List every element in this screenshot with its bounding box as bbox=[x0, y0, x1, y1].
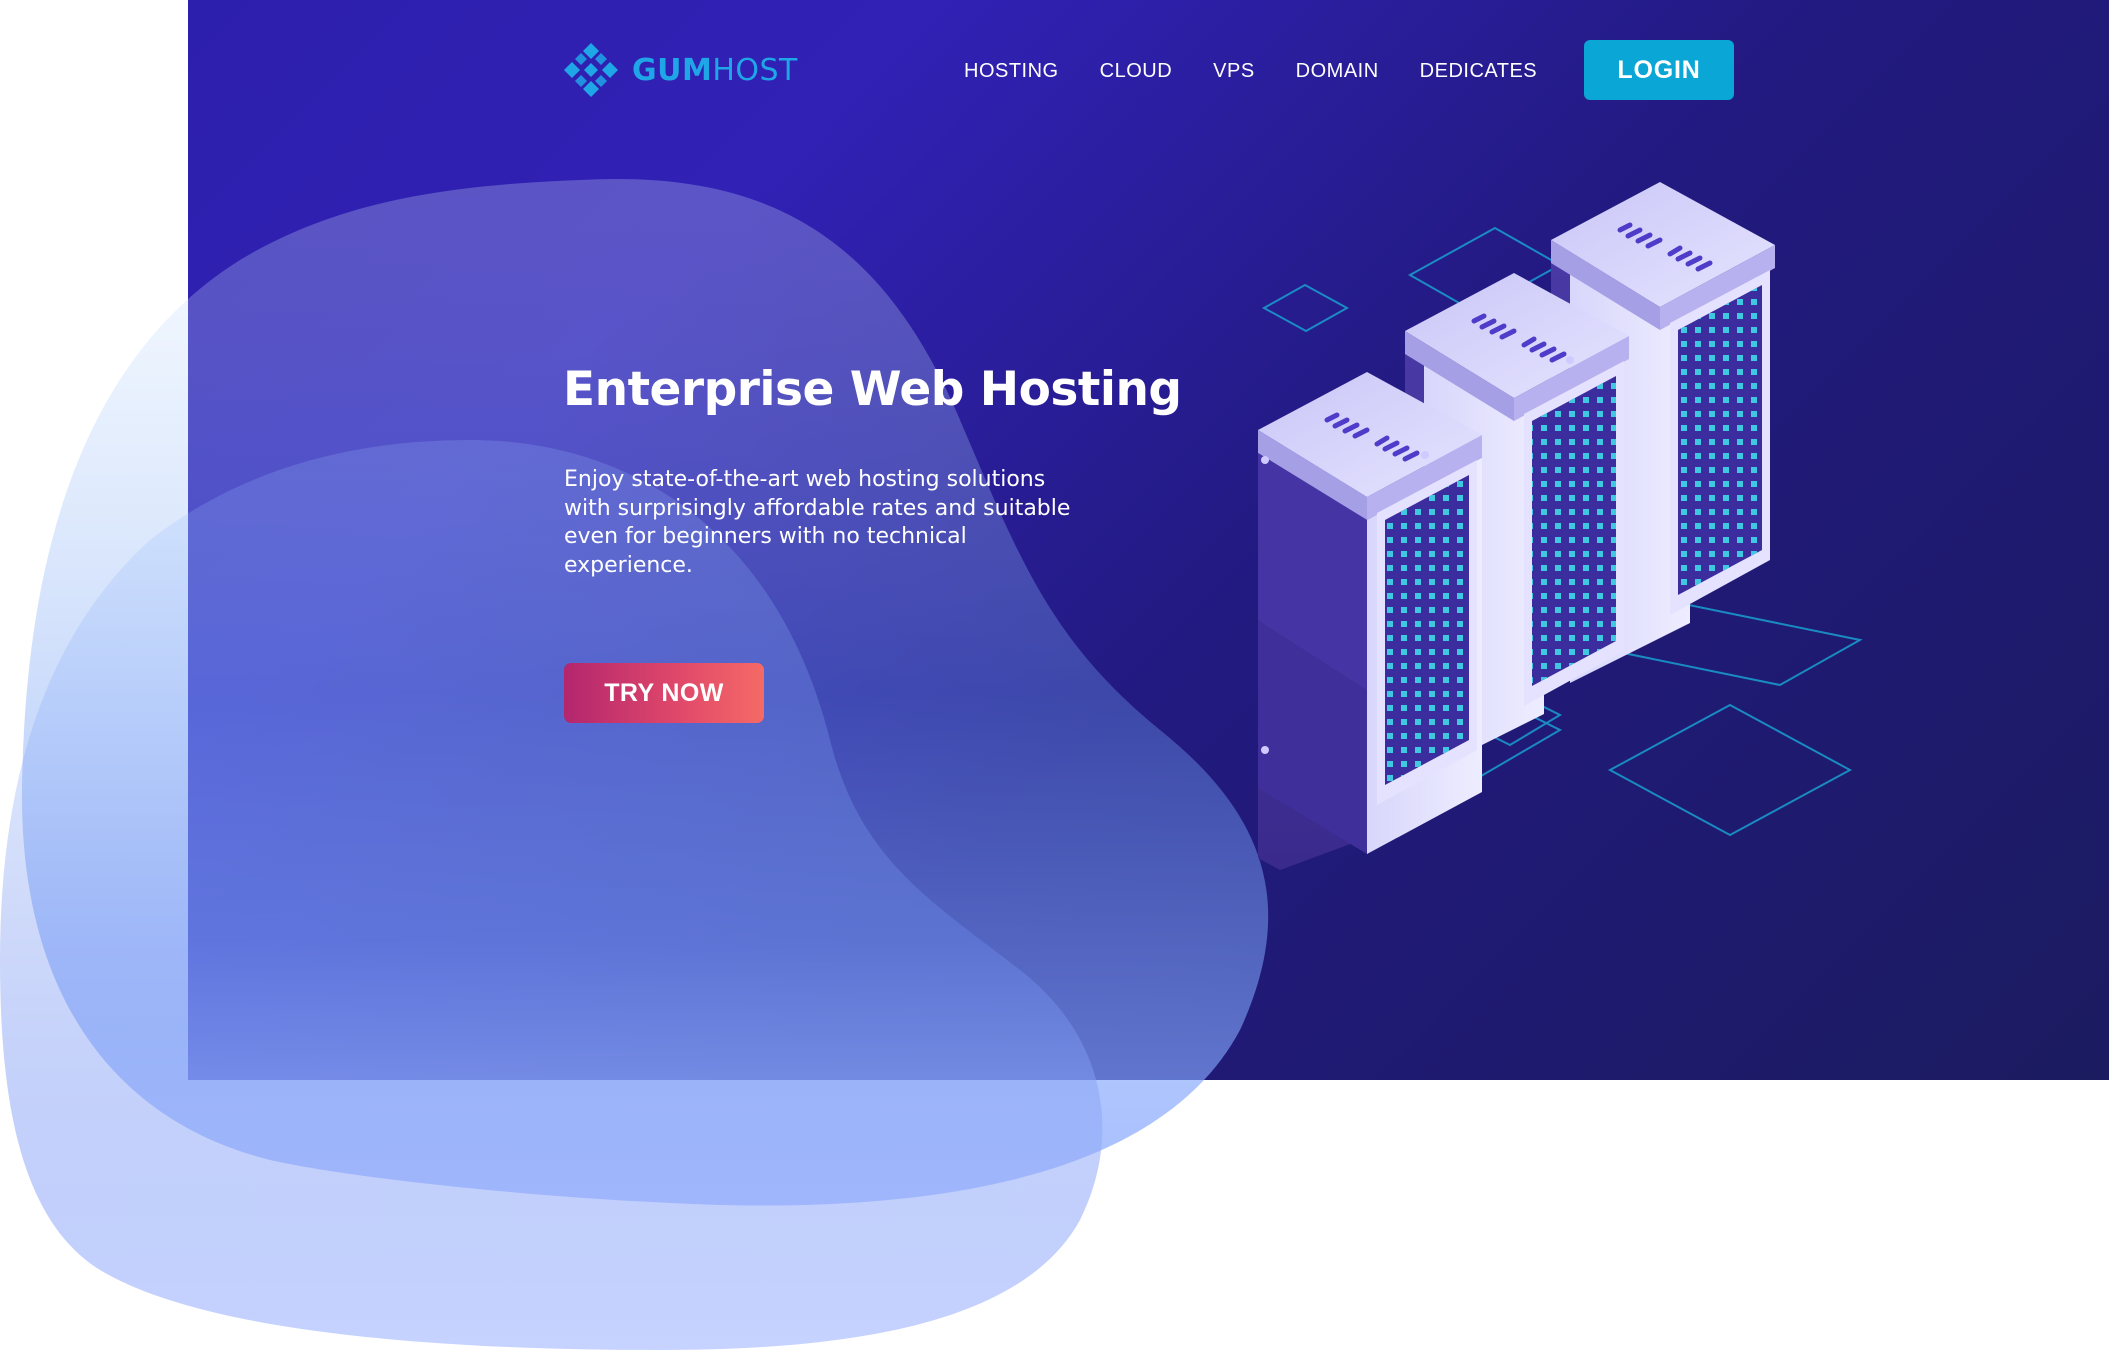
hero-title: Enterprise Web Hosting bbox=[563, 362, 1182, 417]
try-now-button[interactable]: TRY NOW bbox=[564, 663, 764, 723]
nav-item-hosting[interactable]: HOSTING bbox=[964, 60, 1059, 83]
diamond-grid-icon bbox=[564, 43, 618, 97]
nav-item-vps[interactable]: VPS bbox=[1213, 60, 1255, 83]
main-nav: HOSTING CLOUD VPS DOMAIN DEDICATES bbox=[964, 56, 1578, 86]
floor-outline bbox=[1607, 703, 1853, 837]
hero-description: Enjoy state-of-the-art web hosting solut… bbox=[564, 467, 1071, 578]
brand-name-bold: GUM bbox=[632, 52, 713, 88]
brand-name: GUMHOST bbox=[632, 53, 798, 88]
brand-name-light: HOST bbox=[712, 52, 798, 88]
landing-page: GUMHOST HOSTING CLOUD VPS DOMAIN DEDICAT… bbox=[0, 0, 2109, 1352]
login-button[interactable]: LOGIN bbox=[1584, 40, 1734, 100]
floor-outline bbox=[1261, 283, 1350, 333]
nav-item-domain[interactable]: DOMAIN bbox=[1296, 60, 1379, 83]
server-racks-icon bbox=[1258, 182, 1863, 870]
nav-item-dedicates[interactable]: DEDICATES bbox=[1420, 60, 1537, 83]
nav-item-cloud[interactable]: CLOUD bbox=[1100, 60, 1173, 83]
brand-logo[interactable]: GUMHOST bbox=[562, 42, 798, 98]
